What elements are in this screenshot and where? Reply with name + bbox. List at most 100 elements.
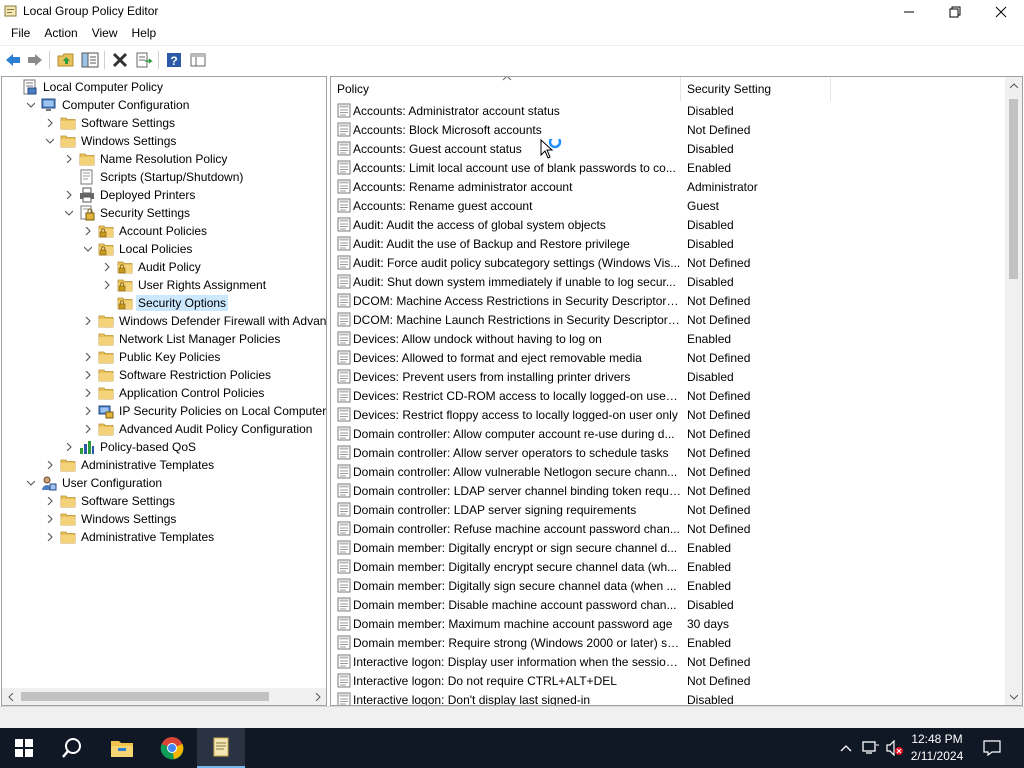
policy-row[interactable]: Accounts: Rename guest account Guest bbox=[331, 196, 1006, 215]
tree-item-user-configuration[interactable]: User Configuration bbox=[25, 474, 164, 492]
policy-row[interactable]: Domain member: Digitally sign secure cha… bbox=[331, 576, 1006, 595]
menu-action[interactable]: Action bbox=[37, 23, 84, 44]
close-button[interactable] bbox=[978, 0, 1024, 23]
policy-row[interactable]: Accounts: Guest account status Disabled bbox=[331, 139, 1006, 158]
tree-item-public-key-policies[interactable]: Public Key Policies bbox=[82, 348, 222, 366]
system-clock[interactable]: 12:48 PM 2/11/2024 bbox=[902, 731, 972, 765]
collapsed-chevron-icon[interactable] bbox=[82, 384, 94, 402]
tree-item-deployed-printers[interactable]: Deployed Printers bbox=[63, 186, 197, 204]
tree-item-local-policies[interactable]: Local Policies bbox=[82, 240, 194, 258]
policy-row[interactable]: Audit: Shut down system immediately if u… bbox=[331, 272, 1006, 291]
policy-row[interactable]: DCOM: Machine Access Restrictions in Sec… bbox=[331, 291, 1006, 310]
tree-item-administrative-templates[interactable]: Administrative Templates bbox=[44, 528, 216, 546]
policy-row[interactable]: Domain member: Maximum machine account p… bbox=[331, 614, 1006, 633]
tree-item-software-restriction-policies[interactable]: Software Restriction Policies bbox=[82, 366, 273, 384]
collapsed-chevron-icon[interactable] bbox=[82, 420, 94, 438]
scroll-up-icon[interactable] bbox=[1005, 77, 1022, 94]
menu-help[interactable]: Help bbox=[125, 23, 164, 44]
policy-row[interactable]: Domain controller: Allow computer accoun… bbox=[331, 424, 1006, 443]
collapsed-chevron-icon[interactable] bbox=[63, 186, 75, 204]
expanded-chevron-icon[interactable] bbox=[82, 240, 94, 258]
tree-item-user-rights-assignment[interactable]: User Rights Assignment bbox=[101, 276, 268, 294]
minimize-button[interactable] bbox=[886, 0, 932, 23]
policy-row[interactable]: Interactive logon: Don't display last si… bbox=[331, 690, 1006, 705]
file-explorer-icon[interactable] bbox=[98, 728, 146, 768]
expanded-chevron-icon[interactable] bbox=[25, 474, 37, 492]
collapsed-chevron-icon[interactable] bbox=[63, 438, 75, 456]
tree-item-ip-security-policies-on-local-computer[interactable]: IP Security Policies on Local Computer bbox=[82, 402, 326, 420]
tree-item-policy-based-qos[interactable]: Policy-based QoS bbox=[63, 438, 198, 456]
policy-row[interactable]: Accounts: Rename administrator account Ad… bbox=[331, 177, 1006, 196]
tree-item-advanced-audit-policy-configuration[interactable]: Advanced Audit Policy Configuration bbox=[82, 420, 314, 438]
policy-row[interactable]: Domain member: Digitally encrypt secure … bbox=[331, 557, 1006, 576]
tree-item-account-policies[interactable]: Account Policies bbox=[82, 222, 209, 240]
help-icon[interactable]: ? bbox=[164, 50, 184, 70]
tree-horizontal-scrollbar[interactable] bbox=[2, 688, 326, 705]
tree-item-software-settings[interactable]: Software Settings bbox=[44, 114, 177, 132]
collapsed-chevron-icon[interactable] bbox=[44, 528, 56, 546]
policy-row[interactable]: Domain controller: LDAP server channel b… bbox=[331, 481, 1006, 500]
collapsed-chevron-icon[interactable] bbox=[44, 510, 56, 528]
collapsed-chevron-icon[interactable] bbox=[101, 276, 113, 294]
policy-row[interactable]: Accounts: Limit local account use of bla… bbox=[331, 158, 1006, 177]
list-vertical-scrollbar[interactable] bbox=[1005, 77, 1022, 705]
scroll-left-icon[interactable] bbox=[2, 688, 19, 705]
network-icon[interactable] bbox=[860, 728, 882, 768]
collapsed-chevron-icon[interactable] bbox=[82, 366, 94, 384]
up-folder-icon[interactable] bbox=[56, 50, 76, 70]
collapsed-chevron-icon[interactable] bbox=[63, 150, 75, 168]
menu-file[interactable]: File bbox=[4, 23, 37, 44]
policy-row[interactable]: DCOM: Machine Launch Restrictions in Sec… bbox=[331, 310, 1006, 329]
collapsed-chevron-icon[interactable] bbox=[44, 456, 56, 474]
expanded-chevron-icon[interactable] bbox=[63, 204, 75, 222]
show-hidden-icons-icon[interactable] bbox=[836, 728, 856, 768]
maximize-button[interactable] bbox=[932, 0, 978, 23]
policy-row[interactable]: Devices: Restrict CD-ROM access to local… bbox=[331, 386, 1006, 405]
tree-item-scripts-startup-shutdown[interactable]: Scripts (Startup/Shutdown) bbox=[63, 168, 245, 186]
policy-row[interactable]: Domain controller: Allow server operator… bbox=[331, 443, 1006, 462]
policy-row[interactable]: Devices: Restrict floppy access to local… bbox=[331, 405, 1006, 424]
start-icon[interactable] bbox=[0, 728, 48, 768]
policy-row[interactable]: Devices: Prevent users from installing p… bbox=[331, 367, 1006, 386]
tree-item-windows-defender-firewall-with-advanced[interactable]: Windows Defender Firewall with Advanced bbox=[82, 312, 326, 330]
policy-row[interactable]: Audit: Audit the access of global system… bbox=[331, 215, 1006, 234]
policy-row[interactable]: Interactive logon: Display user informat… bbox=[331, 652, 1006, 671]
tree-item-administrative-templates[interactable]: Administrative Templates bbox=[44, 456, 216, 474]
tree-item-security-options[interactable]: Security Options bbox=[101, 294, 229, 312]
tree-item-windows-settings[interactable]: Windows Settings bbox=[44, 510, 178, 528]
policy-row[interactable]: Accounts: Block Microsoft accounts Not De… bbox=[331, 120, 1006, 139]
expanded-chevron-icon[interactable] bbox=[44, 132, 56, 150]
notepad-icon[interactable] bbox=[197, 728, 245, 768]
chrome-icon[interactable] bbox=[148, 728, 196, 768]
collapsed-chevron-icon[interactable] bbox=[44, 492, 56, 510]
tree-item-security-settings[interactable]: Security Settings bbox=[63, 204, 192, 222]
tree-item-name-resolution-policy[interactable]: Name Resolution Policy bbox=[63, 150, 229, 168]
policy-row[interactable]: Accounts: Administrator account status Di… bbox=[331, 101, 1006, 120]
tree-item-local-computer-policy[interactable]: Local Computer Policy bbox=[6, 78, 165, 96]
scroll-right-icon[interactable] bbox=[309, 688, 326, 705]
collapsed-chevron-icon[interactable] bbox=[82, 348, 94, 366]
tree-item-computer-configuration[interactable]: Computer Configuration bbox=[25, 96, 191, 114]
scroll-down-icon[interactable] bbox=[1005, 688, 1022, 705]
policy-row[interactable]: Audit: Force audit policy subcategory se… bbox=[331, 253, 1006, 272]
policy-row[interactable]: Domain member: Digitally encrypt or sign… bbox=[331, 538, 1006, 557]
policy-row[interactable]: Devices: Allowed to format and eject rem… bbox=[331, 348, 1006, 367]
tree-item-windows-settings[interactable]: Windows Settings bbox=[44, 132, 178, 150]
policy-row[interactable]: Interactive logon: Do not require CTRL+A… bbox=[331, 671, 1006, 690]
delete-icon[interactable] bbox=[110, 50, 130, 70]
scrollbar-thumb[interactable] bbox=[21, 692, 269, 701]
tree-item-network-list-manager-policies[interactable]: Network List Manager Policies bbox=[82, 330, 282, 348]
policy-row[interactable]: Domain controller: LDAP server signing r… bbox=[331, 500, 1006, 519]
menu-view[interactable]: View bbox=[85, 23, 125, 44]
collapsed-chevron-icon[interactable] bbox=[82, 402, 94, 420]
column-header-security-setting[interactable]: Security Setting bbox=[681, 77, 831, 101]
policy-row[interactable]: Domain member: Disable machine account p… bbox=[331, 595, 1006, 614]
policy-row[interactable]: Domain controller: Allow vulnerable Netl… bbox=[331, 462, 1006, 481]
search-icon[interactable] bbox=[48, 728, 96, 768]
tree-item-software-settings[interactable]: Software Settings bbox=[44, 492, 177, 510]
collapsed-chevron-icon[interactable] bbox=[101, 258, 113, 276]
collapsed-chevron-icon[interactable] bbox=[82, 312, 94, 330]
back-icon[interactable] bbox=[3, 50, 23, 70]
expanded-chevron-icon[interactable] bbox=[25, 96, 37, 114]
policy-row[interactable]: Domain controller: Refuse machine accoun… bbox=[331, 519, 1006, 538]
